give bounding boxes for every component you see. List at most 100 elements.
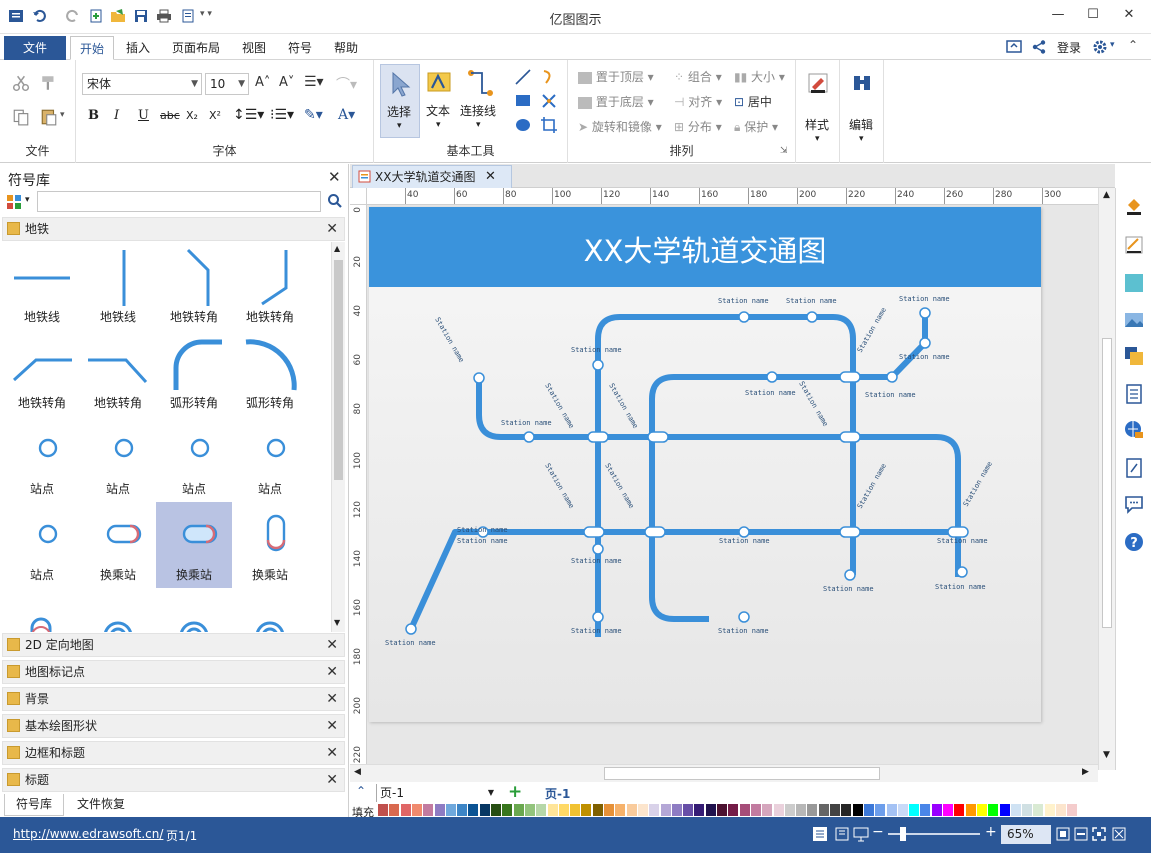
color-swatch[interactable] (649, 804, 660, 816)
tab-symbols[interactable]: 符号 (279, 36, 321, 60)
close-library-icon[interactable]: ✕ (328, 168, 341, 186)
shape-transfer-station-2[interactable]: 换乘站 (156, 502, 232, 588)
section-metro[interactable]: 地铁 ✕ (2, 217, 345, 241)
station-point[interactable] (473, 372, 485, 384)
color-swatch[interactable] (886, 804, 897, 816)
strikethrough-icon[interactable]: abc (160, 109, 180, 122)
color-swatch[interactable] (570, 804, 581, 816)
shape-station-1[interactable]: 站点 (4, 416, 80, 502)
page-properties-icon[interactable] (1124, 384, 1144, 404)
crop-tool-icon[interactable] (540, 116, 558, 134)
edit-button[interactable]: 编辑 ▾ (844, 64, 880, 154)
color-swatch[interactable] (479, 804, 490, 816)
station-label[interactable]: Station name (865, 391, 916, 399)
station-label[interactable]: Station name (457, 526, 508, 534)
tab-file-recovery[interactable]: 文件恢复 (66, 794, 136, 816)
close-section-icon[interactable]: ✕ (326, 661, 338, 683)
group-button[interactable]: ⁘ 组合 ▾ (674, 68, 722, 85)
color-swatch[interactable] (909, 804, 920, 816)
decrease-font-icon[interactable]: A˅ (279, 75, 294, 90)
website-link[interactable]: http://www.edrawsoft.cn/ (13, 827, 163, 841)
station-label[interactable]: Station name (385, 639, 436, 647)
page-bar-expand-icon[interactable]: ⌃ (356, 784, 366, 798)
color-swatch[interactable] (705, 804, 716, 816)
login-link[interactable]: 登录 (1057, 39, 1081, 56)
diagram-page[interactable]: XX大学轨道交通图 Station name Station name Statio… (369, 207, 1041, 722)
vscroll-up-icon[interactable]: ▲ (1103, 190, 1110, 200)
line-spacing-icon[interactable]: ↕☰▾ (233, 107, 264, 123)
color-swatch[interactable] (434, 804, 445, 816)
transfer-station[interactable] (947, 526, 969, 538)
station-label[interactable]: Station name (962, 460, 994, 508)
bold-icon[interactable]: B (88, 108, 99, 123)
color-swatch[interactable] (976, 804, 987, 816)
metro-line[interactable] (408, 529, 961, 631)
paragraph-align-icon[interactable]: ☰▾ (304, 74, 324, 90)
canvas-area[interactable]: 40 60 80 100 120 140 160 180 200 220 240 260 280 300 … (350, 188, 1115, 770)
shape-metro-corner-3[interactable]: 地铁转角 (4, 330, 80, 416)
color-swatch[interactable] (739, 804, 750, 816)
gear-icon[interactable] (1092, 39, 1108, 55)
fit-width-icon[interactable] (1074, 827, 1088, 841)
superscript-icon[interactable]: X² (209, 109, 221, 122)
color-swatch[interactable] (423, 804, 434, 816)
color-swatch[interactable] (411, 804, 422, 816)
collapse-ribbon-icon[interactable]: ⌃ (1128, 38, 1138, 52)
color-swatch[interactable] (604, 804, 614, 816)
metro-line[interactable] (595, 314, 856, 637)
close-section-icon[interactable]: ✕ (326, 769, 338, 791)
line-style-icon[interactable] (1124, 235, 1144, 255)
zoom-out-icon[interactable]: − (872, 824, 884, 840)
station-label[interactable]: Station name (571, 557, 622, 565)
shape-metro-corner-4[interactable]: 地铁转角 (80, 330, 156, 416)
color-swatch[interactable] (558, 804, 569, 816)
highlight-icon[interactable]: ✎▾ (304, 107, 323, 123)
station-label[interactable]: Station name (718, 627, 769, 635)
section-map-markers[interactable]: 地图标记点 ✕ (2, 660, 345, 684)
color-swatch[interactable] (445, 804, 456, 816)
color-swatch[interactable] (818, 804, 829, 816)
center-button[interactable]: ⊡ 居中 (734, 93, 772, 110)
cross-tool-icon[interactable] (540, 92, 558, 110)
color-swatch[interactable] (694, 804, 705, 816)
color-swatch[interactable] (581, 804, 592, 816)
library-menu-icon[interactable] (6, 194, 24, 210)
fill-bucket-icon[interactable] (1124, 196, 1144, 216)
color-swatch[interactable] (762, 804, 773, 816)
color-swatch[interactable] (400, 804, 411, 816)
arc-tool-icon[interactable] (540, 68, 558, 86)
station-label[interactable]: Station name (501, 419, 552, 427)
color-swatch[interactable] (875, 804, 886, 816)
transfer-station[interactable] (587, 431, 609, 443)
station-label[interactable]: Station name (603, 462, 635, 510)
color-swatch[interactable] (683, 804, 694, 816)
share-screen-icon[interactable] (1006, 39, 1022, 55)
subscript-icon[interactable]: X₂ (186, 109, 198, 122)
shape-metro-corner-2[interactable]: 地铁转角 (232, 244, 308, 330)
station-label[interactable]: Station name (786, 297, 837, 305)
select-tool-button[interactable]: 选择 ▾ (380, 64, 420, 138)
color-swatch[interactable] (954, 804, 965, 816)
style-button[interactable]: 样式 ▾ (800, 64, 836, 154)
station-point[interactable] (886, 371, 898, 383)
library-scrollbar[interactable]: ▲ ▼ (331, 242, 345, 632)
station-point[interactable] (806, 311, 818, 323)
cut-icon[interactable] (12, 74, 30, 92)
document-tab[interactable]: XX大学轨道交通图 ✕ (352, 165, 512, 188)
align-button[interactable]: ⊣ 对齐 ▾ (674, 93, 722, 110)
station-label[interactable]: Station name (745, 389, 796, 397)
metro-line[interactable] (476, 378, 961, 532)
color-swatch[interactable] (807, 804, 818, 816)
color-swatch[interactable] (1010, 804, 1021, 816)
help-icon[interactable]: ? (1124, 532, 1144, 552)
section-2d-map[interactable]: 2D 定向地图 ✕ (2, 633, 345, 657)
vscroll-down-icon[interactable]: ▼ (1103, 750, 1110, 760)
search-icon[interactable] (327, 193, 343, 209)
color-swatch[interactable] (1022, 804, 1033, 816)
font-family-select[interactable]: 宋体 ▼ (82, 73, 202, 95)
tab-help[interactable]: 帮助 (325, 36, 367, 60)
shape-station-2[interactable]: 站点 (80, 416, 156, 502)
text-effects-icon[interactable]: ⌒▾ (336, 74, 357, 94)
canvas-hscroll-thumb[interactable] (604, 767, 880, 780)
zoom-in-icon[interactable]: + (985, 824, 997, 840)
